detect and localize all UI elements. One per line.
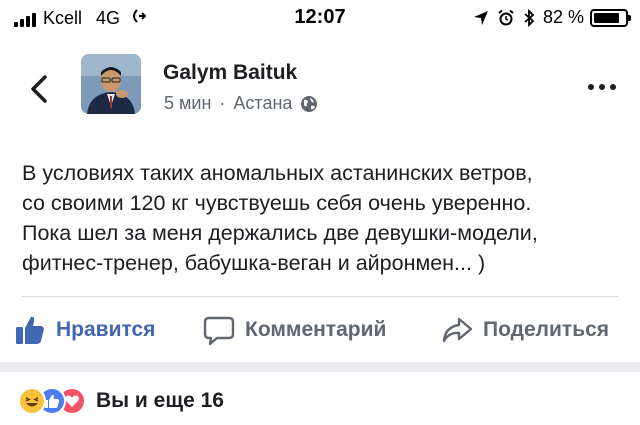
haha-reaction-icon — [18, 387, 46, 415]
reactions-summary[interactable]: Вы и еще 16 — [18, 387, 224, 415]
battery-percent: 82 % — [542, 7, 584, 27]
share-label: Поделиться — [483, 318, 610, 341]
avatar[interactable] — [81, 54, 141, 114]
location-arrow-icon — [473, 10, 489, 26]
chevron-left-icon — [31, 75, 47, 103]
post-meta: 5 мин · Астана — [164, 93, 318, 114]
bluetooth-icon — [523, 8, 535, 27]
status-bar: Kcell 4G 12:07 82 % — [0, 0, 640, 36]
more-dot — [599, 84, 605, 90]
thumbs-up-icon — [16, 316, 44, 344]
alarm-icon — [497, 9, 515, 27]
post-time[interactable]: 5 мин — [164, 93, 211, 114]
meta-separator: · — [219, 93, 226, 113]
back-button[interactable] — [22, 72, 56, 106]
post-text-line: фитнес-тренер, бабушка-веган и айронмен.… — [22, 251, 486, 275]
comment-button[interactable]: Комментарий — [203, 312, 386, 348]
post-text-line: В условиях таких аномальных астанинских … — [22, 161, 533, 185]
post-text: В условиях таких аномальных астанинских … — [22, 158, 622, 278]
comment-label: Комментарий — [245, 318, 387, 341]
like-label: Нравится — [56, 318, 156, 341]
reactions-count: Вы и еще 16 — [96, 389, 224, 412]
author-name[interactable]: Galym Baituk — [163, 61, 297, 85]
post-location[interactable]: Астана — [233, 93, 292, 114]
globe-icon — [300, 95, 318, 113]
battery-icon — [590, 8, 631, 27]
status-bar-right: 82 % — [473, 7, 631, 28]
more-options-button[interactable] — [588, 84, 616, 90]
share-icon — [442, 317, 473, 343]
post-text-line: со своими 120 кг чувствуешь себя очень у… — [22, 191, 532, 215]
more-dot — [610, 84, 616, 90]
more-dot — [588, 84, 594, 90]
divider — [22, 296, 618, 297]
section-separator — [0, 362, 640, 372]
like-button[interactable]: Нравится — [14, 312, 155, 348]
comment-icon — [203, 316, 235, 346]
share-button[interactable]: Поделиться — [441, 312, 609, 348]
battery-fill — [594, 12, 619, 23]
post-text-line: Пока шел за меня держались две девушки-м… — [22, 221, 538, 245]
